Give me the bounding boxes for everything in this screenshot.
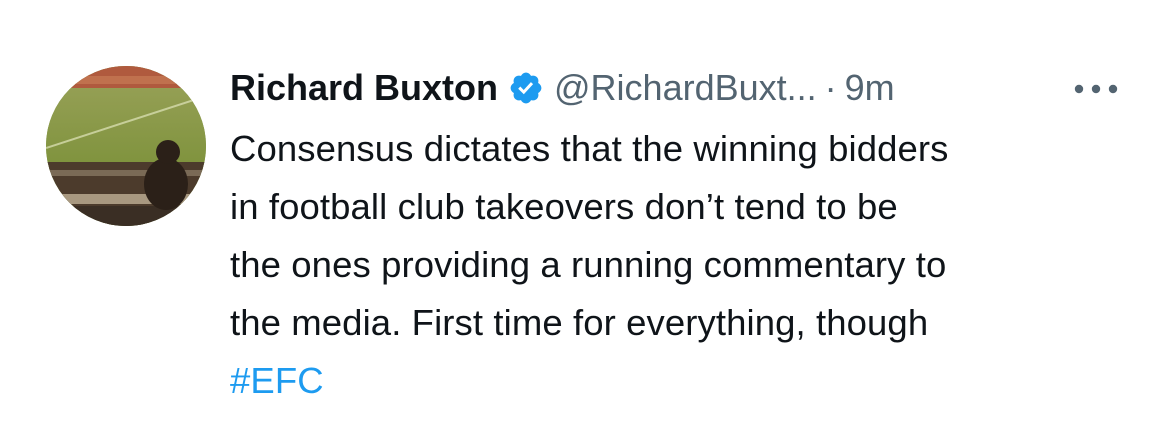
tweet-text-line: in football club takeovers don’t tend to… bbox=[230, 186, 898, 227]
hashtag-link[interactable]: #EFC bbox=[230, 352, 1130, 410]
avatar[interactable] bbox=[46, 66, 206, 226]
tweet-timestamp[interactable]: 9m bbox=[845, 67, 895, 109]
tweet-content: Richard Buxton @RichardBuxt... · 9m Cons… bbox=[230, 60, 1130, 410]
more-horizontal-icon[interactable] bbox=[1073, 82, 1119, 94]
tweet[interactable]: Richard Buxton @RichardBuxt... · 9m Cons… bbox=[0, 0, 1170, 447]
author-handle[interactable]: @RichardBuxt... bbox=[554, 67, 817, 109]
tweet-text-line: the ones providing a running commentary … bbox=[230, 244, 947, 285]
tweet-text: Consensus dictates that the winning bidd… bbox=[230, 120, 1130, 410]
tweet-header: Richard Buxton @RichardBuxt... · 9m bbox=[230, 60, 1130, 116]
author-display-name[interactable]: Richard Buxton bbox=[230, 67, 498, 109]
avatar-image bbox=[46, 66, 206, 226]
tweet-text-line: Consensus dictates that the winning bidd… bbox=[230, 128, 949, 169]
verified-badge-icon bbox=[508, 70, 544, 106]
separator-dot: · bbox=[824, 67, 837, 108]
tweet-text-line: the media. First time for everything, th… bbox=[230, 302, 929, 343]
